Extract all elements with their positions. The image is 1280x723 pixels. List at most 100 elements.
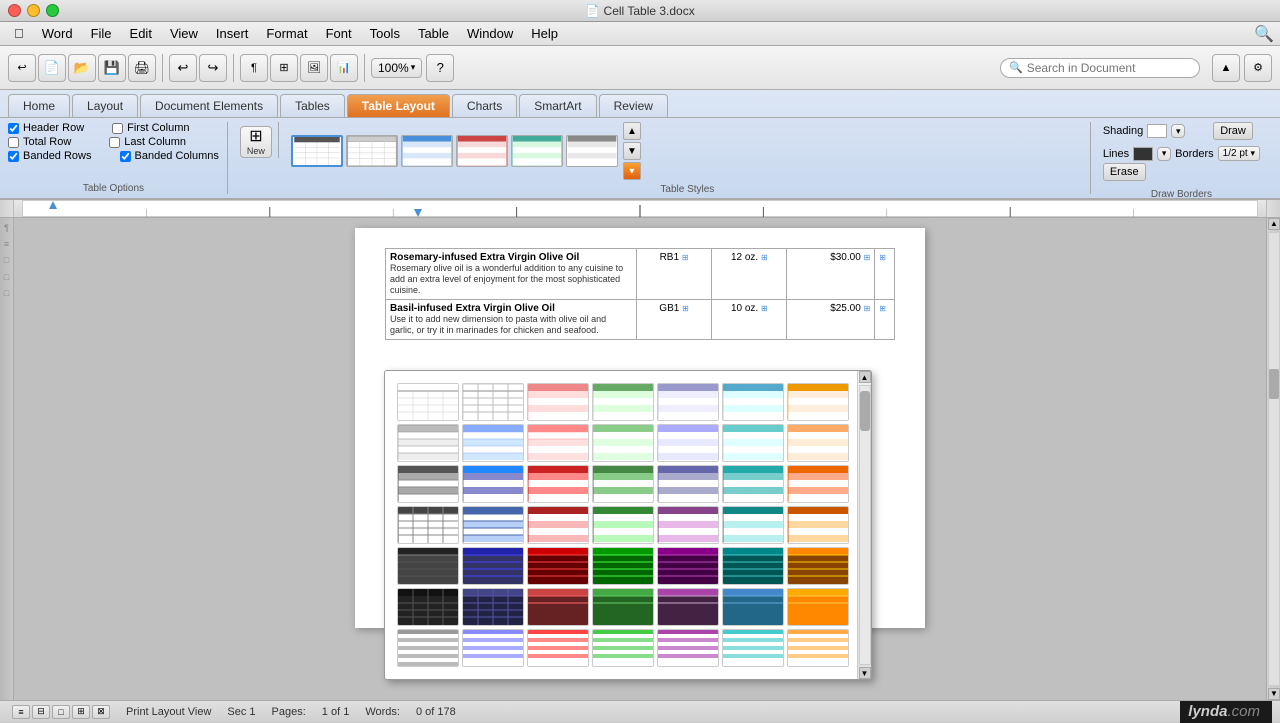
dropdown-scrollbar[interactable]: ▲ ▼: [857, 371, 871, 679]
menu-font[interactable]: Font: [318, 24, 360, 43]
dropdown-style-item[interactable]: [787, 465, 849, 503]
menu-word[interactable]: Word: [34, 24, 81, 43]
tab-review[interactable]: Review: [599, 94, 668, 117]
close-button[interactable]: [8, 4, 21, 17]
lines-dropdown[interactable]: ▾: [1157, 147, 1171, 161]
print-button[interactable]: 🖨: [128, 54, 156, 82]
dropdown-style-item[interactable]: [462, 424, 524, 462]
dropdown-style-item[interactable]: [397, 465, 459, 503]
dropdown-style-item[interactable]: [462, 588, 524, 626]
menu-file[interactable]: File: [83, 24, 120, 43]
table-btn[interactable]: ⊞: [270, 54, 298, 82]
thickness-dropdown[interactable]: ▾: [1250, 148, 1255, 158]
scroll-down-btn[interactable]: ▼: [859, 667, 871, 679]
style-thumb-2[interactable]: [346, 135, 398, 167]
format-btn[interactable]: ¶: [240, 54, 268, 82]
search-icon[interactable]: 🔍: [1254, 26, 1274, 43]
dropdown-style-item[interactable]: [787, 506, 849, 544]
menu-view[interactable]: View: [162, 24, 206, 43]
dropdown-style-item[interactable]: [397, 588, 459, 626]
price-cell-2[interactable]: $25.00 ⊞: [787, 300, 875, 340]
vertical-scrollbar[interactable]: ▲ ▼: [1267, 218, 1280, 700]
dropdown-style-item[interactable]: [397, 547, 459, 585]
row-handle-2[interactable]: ⊞: [875, 300, 895, 340]
dropdown-style-item[interactable]: [787, 629, 849, 667]
draw-button[interactable]: Draw: [1213, 122, 1253, 140]
dropdown-style-item[interactable]: [527, 547, 589, 585]
tab-home[interactable]: Home: [8, 94, 70, 117]
dropdown-style-item[interactable]: [462, 506, 524, 544]
dropdown-style-item[interactable]: [657, 547, 719, 585]
back-button[interactable]: ↩: [8, 54, 36, 82]
header-row-checkbox[interactable]: [8, 123, 19, 134]
dropdown-style-item[interactable]: [462, 465, 524, 503]
lines-color[interactable]: [1133, 147, 1153, 161]
dropdown-style-item[interactable]: [527, 588, 589, 626]
undo-button[interactable]: ↩: [169, 54, 197, 82]
dropdown-style-item[interactable]: [592, 383, 654, 421]
size-cell-2[interactable]: 10 oz. ⊞: [712, 300, 787, 340]
new-style-button[interactable]: ⊞ New: [240, 126, 272, 158]
dropdown-style-item[interactable]: [592, 588, 654, 626]
dropdown-style-item[interactable]: [657, 506, 719, 544]
tab-table-layout[interactable]: Table Layout: [347, 94, 450, 117]
menu-edit[interactable]: Edit: [122, 24, 160, 43]
dropdown-style-item[interactable]: [397, 506, 459, 544]
shading-color[interactable]: [1147, 124, 1167, 138]
dropdown-style-item[interactable]: [527, 506, 589, 544]
size-cell-1[interactable]: 12 oz. ⊞: [712, 249, 787, 300]
last-column-checkbox[interactable]: [109, 137, 120, 148]
dropdown-style-item[interactable]: [397, 629, 459, 667]
media-btn[interactable]: 🖼: [300, 54, 328, 82]
new-button[interactable]: 📄: [38, 54, 66, 82]
dropdown-style-item[interactable]: [722, 547, 784, 585]
redo-button[interactable]: ↪: [199, 54, 227, 82]
dropdown-style-item[interactable]: [657, 465, 719, 503]
style-thumb-6[interactable]: [566, 135, 618, 167]
view-btn-1[interactable]: ≡: [12, 705, 30, 719]
zoom-dropdown-icon[interactable]: ▾: [411, 62, 416, 73]
open-button[interactable]: 📂: [68, 54, 96, 82]
dropdown-style-item[interactable]: [657, 588, 719, 626]
dropdown-style-item[interactable]: [462, 383, 524, 421]
dropdown-style-item[interactable]: [722, 424, 784, 462]
menu-format[interactable]: Format: [258, 24, 315, 43]
styles-dropdown-btn[interactable]: ▾: [623, 162, 641, 180]
search-input[interactable]: [1027, 61, 1191, 75]
dropdown-style-item[interactable]: [527, 629, 589, 667]
dropdown-style-item[interactable]: [527, 465, 589, 503]
code-cell-1[interactable]: RB1 ⊞: [636, 249, 711, 300]
dropdown-style-item[interactable]: [592, 424, 654, 462]
menu-apple[interactable]: : [6, 24, 32, 43]
menu-help[interactable]: Help: [523, 24, 566, 43]
tab-charts[interactable]: Charts: [452, 94, 517, 117]
style-thumb-5[interactable]: [511, 135, 563, 167]
view-btn-4[interactable]: ⊞: [72, 705, 90, 719]
scroll-up-doc[interactable]: ▲: [1268, 218, 1280, 230]
menu-tools[interactable]: Tools: [362, 24, 408, 43]
style-thumb-1[interactable]: [291, 135, 343, 167]
dropdown-style-item[interactable]: [787, 588, 849, 626]
dropdown-style-item[interactable]: [527, 383, 589, 421]
menu-insert[interactable]: Insert: [208, 24, 257, 43]
dropdown-style-item[interactable]: [787, 547, 849, 585]
banded-rows-checkbox[interactable]: [8, 151, 19, 162]
save-button[interactable]: 💾: [98, 54, 126, 82]
zoom-control[interactable]: 100% ▾: [371, 58, 422, 78]
tab-layout[interactable]: Layout: [72, 94, 138, 117]
product-cell-1[interactable]: Rosemary-infused Extra Virgin Olive Oil …: [386, 249, 637, 300]
dropdown-style-item[interactable]: [462, 547, 524, 585]
dropdown-style-item[interactable]: [592, 629, 654, 667]
line-thickness[interactable]: 1/2 pt ▾: [1218, 146, 1260, 161]
erase-button[interactable]: Erase: [1103, 163, 1146, 181]
dropdown-style-item[interactable]: [592, 465, 654, 503]
banded-columns-checkbox[interactable]: [120, 151, 131, 162]
styles-scroll-up[interactable]: ▲: [623, 122, 641, 140]
dropdown-style-item[interactable]: [722, 506, 784, 544]
chart-btn[interactable]: 📊: [330, 54, 358, 82]
dropdown-style-item[interactable]: [787, 383, 849, 421]
view-btn-5[interactable]: ⊠: [92, 705, 110, 719]
dropdown-style-item[interactable]: [657, 424, 719, 462]
dropdown-style-item[interactable]: [527, 424, 589, 462]
tab-tables[interactable]: Tables: [280, 94, 345, 117]
